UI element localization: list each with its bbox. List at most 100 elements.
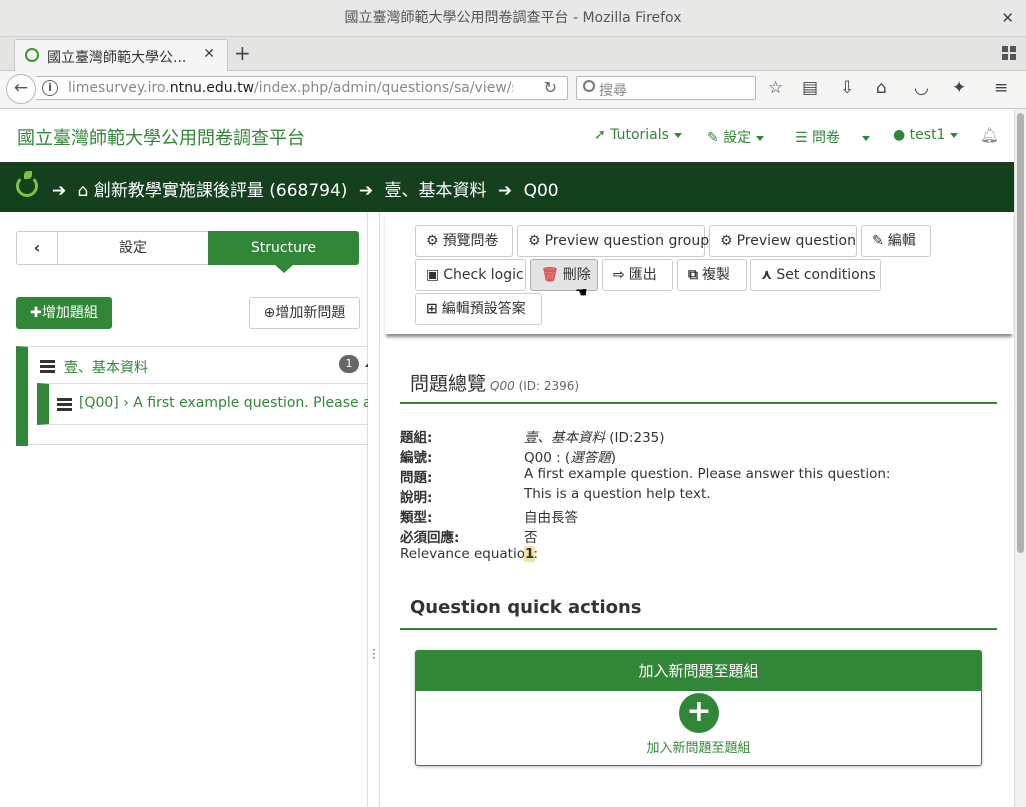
extension-icon[interactable]: ✦ bbox=[952, 79, 966, 97]
site-info-icon[interactable]: i bbox=[42, 80, 58, 96]
list-icon: ☰ bbox=[795, 130, 808, 146]
arrow-right-icon: ➔ bbox=[497, 181, 513, 201]
notification-bell-icon[interactable]: 🔔︎ bbox=[980, 126, 999, 144]
sidebar: ‹ 設定 Structure ✚增加題組 ⊕增加新問題 壹、基本資料 1 [Q0… bbox=[0, 212, 375, 807]
add-question-panel[interactable]: 加入新問題至題組 + 加入新問題至題組 bbox=[415, 650, 982, 766]
rocket-icon: ➚ bbox=[594, 127, 606, 143]
download-icon[interactable]: ⇩ bbox=[840, 79, 854, 97]
reading-list-icon[interactable]: ▤ bbox=[802, 79, 818, 97]
tree-question-item[interactable]: [Q00] › A first example question. Please… bbox=[37, 383, 370, 425]
tree-question-label[interactable]: [Q00] › A first example question. Please… bbox=[79, 395, 369, 411]
window-title-bar: 國立臺灣師範大學公用問卷調查平台 - Mozilla Firefox ✕ bbox=[0, 0, 1026, 37]
window-close-icon[interactable]: ✕ bbox=[1001, 0, 1014, 37]
sidebar-collapse-button[interactable]: ‹ bbox=[16, 231, 58, 265]
preview-survey-button[interactable]: ⚙ 預覽問卷 bbox=[415, 225, 513, 257]
detail-value: (ID:235) bbox=[605, 430, 665, 446]
detail-value: 壹、基本資料 bbox=[524, 430, 605, 446]
search-placeholder: 搜尋 bbox=[599, 83, 627, 99]
detail-key: 題組: bbox=[400, 430, 433, 446]
edit-default-answers-button[interactable]: ⊞ 編輯預設答案 bbox=[415, 293, 542, 325]
relevance-value: 1 bbox=[524, 546, 536, 562]
scrollbar-thumb[interactable] bbox=[1017, 113, 1024, 553]
pencil-icon: ✎ bbox=[872, 233, 884, 249]
question-tree: 壹、基本資料 1 [Q00] › A first example questio… bbox=[16, 346, 375, 446]
url-text[interactable]: limesurvey.iro.ntnu.edu.tw/index.php/adm… bbox=[68, 80, 513, 96]
site-brand[interactable]: 國立臺灣師範大學公用問卷調查平台 bbox=[17, 124, 305, 150]
detail-key: 說明: bbox=[400, 490, 433, 506]
detail-value: ) bbox=[610, 450, 616, 466]
page-scrollbar[interactable] bbox=[1014, 109, 1026, 807]
pocket-icon[interactable]: ◡ bbox=[914, 79, 929, 97]
search-icon bbox=[583, 80, 595, 92]
home-icon: ⌂ bbox=[77, 181, 89, 201]
check-logic-button[interactable]: ▣ Check logic bbox=[415, 259, 526, 291]
plus-circle-icon[interactable]: + bbox=[679, 693, 719, 733]
reload-icon[interactable]: ↻ bbox=[544, 78, 557, 97]
menu-settings[interactable]: ✎ 設定 bbox=[707, 127, 765, 147]
add-group-button[interactable]: ✚增加題組 bbox=[16, 297, 112, 329]
add-question-button[interactable]: ⊕增加新問題 bbox=[249, 297, 360, 329]
edit-default-answers-label: 編輯預設答案 bbox=[441, 301, 526, 317]
menu-surveys[interactable]: ☰ 問卷 bbox=[795, 127, 871, 147]
arrow-right-icon: ➔ bbox=[358, 181, 374, 201]
url-bar[interactable]: i limesurvey.iro.ntnu.edu.tw/index.php/a… bbox=[36, 76, 568, 100]
new-tab-plus-icon[interactable]: + bbox=[234, 42, 251, 64]
preview-question-button[interactable]: ⚙ Preview question bbox=[709, 225, 857, 257]
grip-icon: · · · bbox=[372, 643, 376, 665]
menu-surveys-label: 問卷 bbox=[812, 130, 841, 146]
export-button[interactable]: ⇨ 匯出 bbox=[602, 259, 673, 291]
tab-structure[interactable]: Structure bbox=[208, 231, 359, 273]
home-icon[interactable]: ⌂ bbox=[876, 79, 887, 97]
export-icon: ⇨ bbox=[613, 267, 625, 283]
tab-overview-icon[interactable] bbox=[1002, 46, 1016, 60]
edit-button[interactable]: ✎ 編輯 bbox=[861, 225, 931, 257]
detail-value: 否 bbox=[524, 530, 538, 546]
detail-key: 類型: bbox=[400, 510, 433, 526]
drag-handle-icon[interactable] bbox=[57, 398, 72, 411]
bookmark-star-icon[interactable]: ☆ bbox=[768, 79, 783, 97]
copy-button[interactable]: ⧉ 複製 bbox=[677, 259, 747, 291]
tree-group-item[interactable]: 壹、基本資料 1 bbox=[40, 355, 375, 381]
hamburger-menu-icon[interactable]: ≡ bbox=[994, 79, 1008, 97]
question-id: (ID: 2396) bbox=[518, 379, 580, 393]
drag-handle-icon[interactable] bbox=[40, 360, 55, 373]
menu-user[interactable]: ● test1 bbox=[893, 127, 959, 143]
set-conditions-label: Set conditions bbox=[776, 267, 876, 283]
set-conditions-button[interactable]: ⋏ Set conditions bbox=[750, 259, 881, 291]
branch-icon: ⋏ bbox=[761, 267, 773, 283]
main-panel: ⚙ 預覽問卷 ⚙ Preview question group ⚙ Preview q… bbox=[381, 212, 1014, 807]
tab-settings[interactable]: 設定 bbox=[58, 231, 209, 265]
menu-tutorials-label: Tutorials bbox=[610, 127, 669, 143]
breadcrumb-group[interactable]: 壹、基本資料 bbox=[385, 181, 487, 201]
question-code: Q00 bbox=[490, 379, 515, 393]
panel-resize-handle[interactable]: · · · bbox=[368, 212, 380, 807]
back-arrow-icon[interactable]: ← bbox=[6, 74, 36, 104]
limesurvey-favicon-icon bbox=[25, 48, 39, 62]
copy-label: 複製 bbox=[702, 267, 730, 283]
browser-search-input[interactable]: 搜尋 bbox=[576, 76, 756, 100]
preview-group-button[interactable]: ⚙ Preview question group bbox=[517, 225, 709, 257]
export-label: 匯出 bbox=[628, 267, 657, 283]
detail-key: Relevance equation: bbox=[400, 546, 539, 562]
check-logic-label: Check logic bbox=[443, 267, 524, 283]
quick-actions-heading: Question quick actions bbox=[410, 597, 642, 618]
delete-button[interactable]: 🗑︎ 刪除 ☚ bbox=[530, 259, 598, 301]
add-question-panel-label[interactable]: 加入新問題至題組 bbox=[416, 737, 981, 756]
add-question-panel-heading[interactable]: 加入新問題至題組 bbox=[416, 651, 981, 691]
browser-tab[interactable]: 國立臺灣師範大學公... ✕ bbox=[14, 39, 228, 71]
breadcrumb-question: Q00 bbox=[523, 181, 559, 201]
overview-heading: 問題總覽 Q00 (ID: 2396) bbox=[410, 369, 579, 396]
add-question-label: 增加新問題 bbox=[275, 305, 346, 321]
detail-value: 選答題 bbox=[570, 450, 611, 466]
url-prefix: limesurvey.iro. bbox=[68, 80, 170, 96]
breadcrumb-survey[interactable]: 創新教學實施課後評量 (668794) bbox=[94, 181, 348, 201]
tree-group-label[interactable]: 壹、基本資料 bbox=[64, 357, 148, 377]
hand-cursor-icon: ☚ bbox=[575, 285, 588, 301]
menu-tutorials[interactable]: ➚ Tutorials bbox=[594, 127, 682, 143]
tab-pointer bbox=[275, 265, 293, 273]
tab-close-icon[interactable]: ✕ bbox=[203, 46, 215, 62]
edit-label: 編輯 bbox=[887, 233, 916, 249]
caret-down-icon bbox=[756, 135, 765, 141]
add-group-label: 增加題組 bbox=[41, 305, 98, 321]
user-icon: ● bbox=[893, 127, 906, 143]
